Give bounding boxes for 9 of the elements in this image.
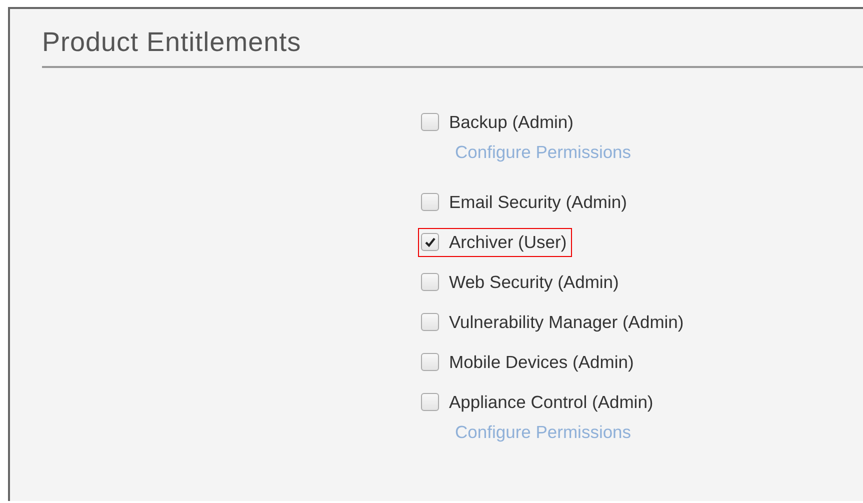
checkbox-item[interactable]: Appliance Control (Admin): [418, 388, 658, 416]
checkbox-item[interactable]: Vulnerability Manager (Admin): [418, 308, 689, 336]
section-title: Product Entitlements: [42, 9, 863, 68]
checkbox-item[interactable]: Backup (Admin): [418, 108, 578, 136]
check-icon: [424, 236, 436, 248]
checkbox-item[interactable]: Mobile Devices (Admin): [418, 348, 639, 376]
checkbox-item[interactable]: Email Security (Admin): [418, 188, 632, 216]
checkbox-item[interactable]: Web Security (Admin): [418, 268, 624, 296]
highlighted-checkbox-item[interactable]: Archiver (User): [418, 228, 572, 256]
